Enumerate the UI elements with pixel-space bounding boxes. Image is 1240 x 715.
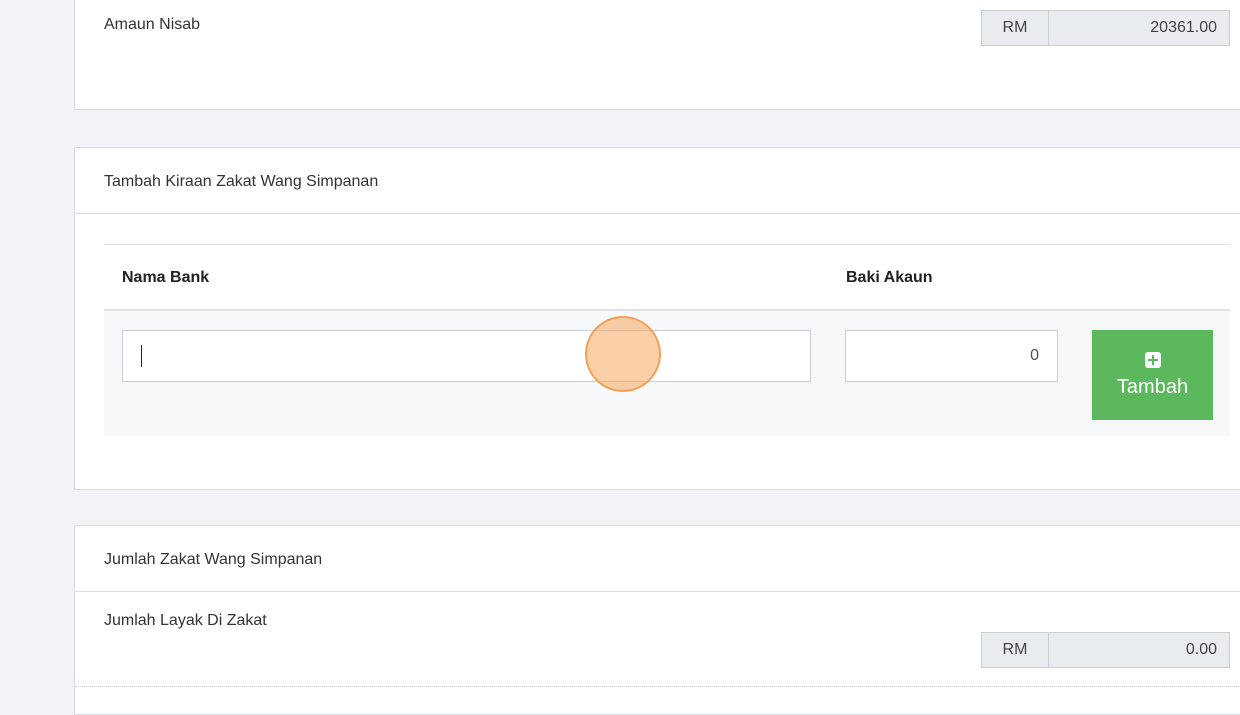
nisab-value: 20361.00 <box>1049 11 1229 45</box>
nisab-label: Amaun Nisab <box>104 16 201 33</box>
total-section-title: Jumlah Zakat Wang Simpanan <box>104 551 323 568</box>
bank-table: Nama Bank Baki Akaun 0 Tambah <box>104 244 1230 436</box>
eligible-currency-addon: RM <box>982 633 1049 667</box>
account-balance-value: 0 <box>1030 347 1039 364</box>
nisab-panel: Amaun Nisab RM 20361.00 <box>74 0 1240 110</box>
add-button[interactable]: Tambah <box>1092 330 1213 420</box>
eligible-value: 0.00 <box>1049 633 1229 667</box>
plus-square-icon <box>1144 351 1161 368</box>
nisab-currency-addon: RM <box>982 11 1049 45</box>
text-caret <box>141 345 142 367</box>
add-button-label: Tambah <box>1116 375 1189 398</box>
add-section-title: Tambah Kiraan Zakat Wang Simpanan <box>104 173 379 190</box>
eligible-label: Jumlah Layak Di Zakat <box>104 612 267 629</box>
bank-name-input[interactable] <box>122 330 811 382</box>
panel-header-divider <box>75 213 1240 214</box>
column-header-balance: Baki Akaun <box>846 269 933 286</box>
nisab-input-group: RM 20361.00 <box>981 10 1230 46</box>
total-zakat-panel: Jumlah Zakat Wang Simpanan Jumlah Layak … <box>74 525 1240 715</box>
panel-header-divider <box>75 591 1240 592</box>
add-calculation-panel: Tambah Kiraan Zakat Wang Simpanan Nama B… <box>74 147 1240 490</box>
account-balance-input[interactable]: 0 <box>845 330 1058 382</box>
row-divider <box>75 686 1240 687</box>
eligible-input-group: RM 0.00 <box>981 632 1230 668</box>
table-header: Nama Bank Baki Akaun <box>104 244 1230 311</box>
table-row: 0 Tambah <box>104 311 1230 436</box>
column-header-bank-name: Nama Bank <box>122 269 210 286</box>
